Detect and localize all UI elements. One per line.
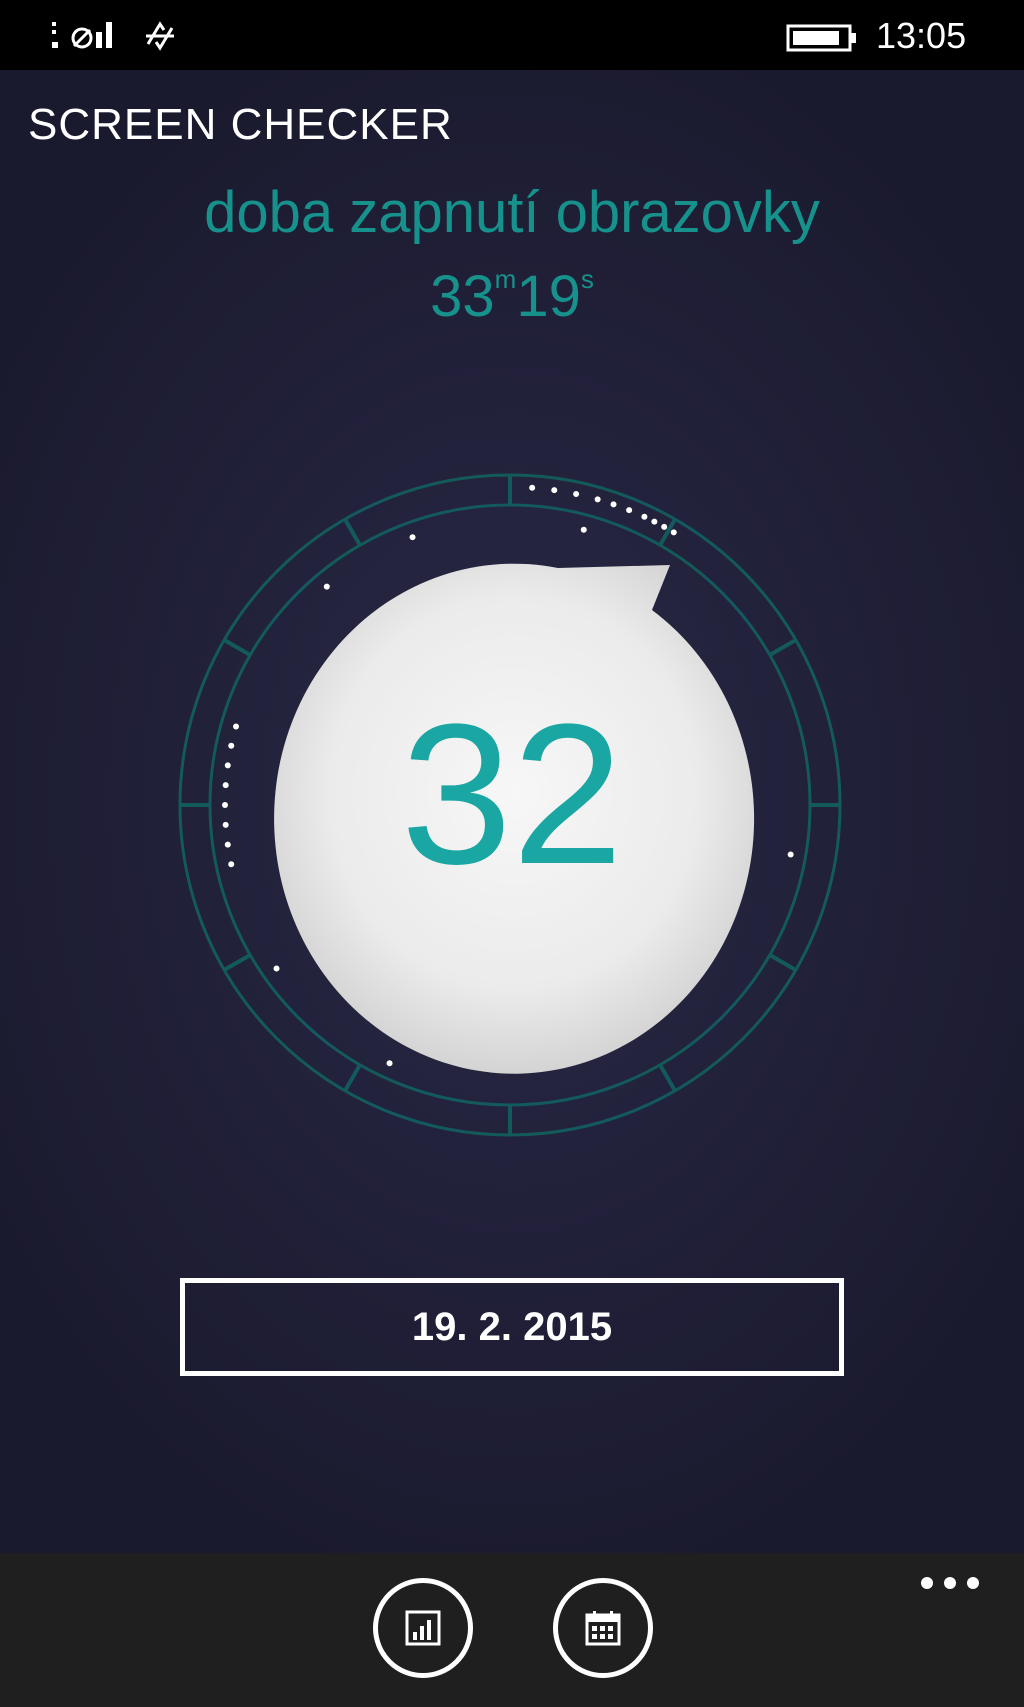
calendar-icon [585, 1611, 621, 1646]
dial-tick [343, 518, 362, 547]
status-time: 13:05 [876, 15, 967, 56]
more-options-button[interactable] [915, 1565, 985, 1601]
screen-on-time-label: doba zapnutí obrazovky [204, 180, 820, 245]
dial-dot [386, 1060, 393, 1067]
ellipsis-icon [921, 1577, 933, 1589]
battery-icon [786, 24, 856, 52]
dial-dot [323, 583, 330, 590]
dial-tick [768, 953, 797, 972]
dial-dot [661, 523, 668, 530]
dial-tick [343, 1063, 362, 1092]
dial-dot [651, 518, 658, 525]
calendar-button[interactable] [553, 1578, 653, 1678]
dial-dot [573, 490, 580, 497]
dial-dot [610, 501, 617, 508]
dial-dot [626, 507, 633, 514]
dial-dot [594, 496, 601, 503]
dial-tick [223, 953, 252, 972]
dial-tick [768, 638, 797, 657]
duration-seconds-unit: s [580, 264, 594, 294]
dial-dot [580, 526, 587, 533]
duration-minutes: 33 [430, 264, 495, 329]
unlock-count-value: 32 [400, 683, 624, 906]
screen-on-duration: 33m19s [0, 262, 1024, 332]
status-bar: 13:05 [0, 0, 1024, 70]
dial-dot [641, 513, 648, 520]
dial-tick [658, 1063, 677, 1092]
dial-dot [273, 965, 280, 972]
stats-chart-icon [405, 1610, 441, 1646]
app-bar [0, 1553, 1024, 1707]
sync-icon [146, 21, 174, 51]
dial-dot [409, 534, 416, 541]
dial-dot [670, 529, 677, 536]
app-title: SCREEN CHECKER [28, 100, 453, 149]
duration-seconds: 19 [516, 264, 581, 329]
dial-dot [529, 484, 536, 491]
date-select-button[interactable]: 19. 2. 2015 [180, 1278, 844, 1376]
duration-minutes-unit: m [494, 264, 517, 294]
dial-tick [223, 638, 252, 657]
signal-icon [52, 22, 112, 49]
dial-dot [551, 487, 558, 494]
statistics-button[interactable] [373, 1578, 473, 1678]
